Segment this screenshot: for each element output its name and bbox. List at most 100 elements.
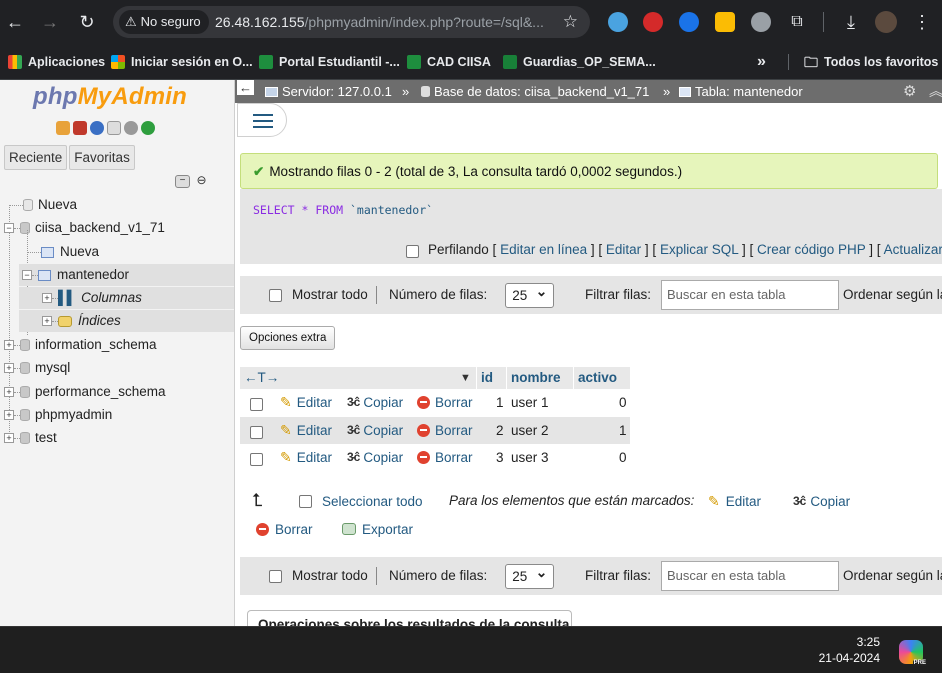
bulk-export-button[interactable]: Exportar — [342, 516, 413, 542]
rows-select[interactable]: 25 — [505, 280, 555, 308]
reload-icon[interactable]: ↻ — [75, 10, 99, 34]
breadcrumb-back[interactable]: ← — [237, 80, 254, 95]
profile-avatar[interactable] — [875, 11, 897, 33]
tree-item-new-table[interactable]: Nueva — [27, 241, 99, 263]
link-create-php[interactable]: Crear código PHP — [757, 242, 866, 257]
cell-nombre[interactable]: user 2 — [511, 417, 549, 444]
row-checkbox[interactable] — [250, 445, 263, 472]
tree-item-mantenedor[interactable]: − mantenedor — [19, 264, 234, 286]
all-bookmarks[interactable]: 🗀 Todos los favoritos — [804, 44, 938, 80]
cell-nombre[interactable]: user 3 — [511, 444, 549, 471]
url-text[interactable]: 26.48.162.155/phpmyadmin/index.php?route… — [215, 6, 544, 38]
breadcrumb-database[interactable]: Base de datos: ciisa_backend_v1_71 — [421, 80, 649, 103]
menu-kebab-icon[interactable]: ⋮ — [910, 10, 934, 34]
row-delete-link[interactable]: Borrar — [417, 389, 473, 416]
cell-id[interactable]: 3 — [496, 444, 504, 471]
cell-nombre[interactable]: user 1 — [511, 389, 549, 416]
row-edit-link[interactable]: ✎ Editar — [280, 417, 332, 444]
expand-icon[interactable]: + — [4, 387, 14, 397]
home-icon[interactable] — [56, 121, 70, 135]
breadcrumb-table[interactable]: Tabla: mantenedor — [679, 80, 803, 103]
column-header-activo[interactable]: activo — [578, 367, 617, 389]
menu-toggle-button[interactable] — [237, 103, 287, 137]
row-edit-link[interactable]: ✎ Editar — [280, 389, 332, 416]
back-icon[interactable]: ← — [3, 10, 27, 34]
tree-item-test[interactable]: + test — [4, 427, 57, 449]
bulk-delete-button[interactable]: Borrar — [256, 516, 313, 542]
link-inline-edit[interactable]: Editar en línea — [500, 242, 587, 257]
cell-activo[interactable]: 0 — [619, 389, 627, 416]
collapse-top-icon[interactable]: ︽ — [929, 80, 942, 103]
tab-recent[interactable]: Reciente — [4, 145, 68, 170]
show-all-checkbox[interactable] — [269, 569, 282, 583]
bookmark-portal[interactable]: Portal Estudiantil -... — [259, 44, 400, 80]
extra-options-button[interactable]: Opciones extra — [240, 326, 336, 350]
bookmark-guardias[interactable]: Guardias_OP_SEMA... — [503, 44, 656, 80]
tree-item-new-db[interactable]: Nueva — [9, 194, 77, 216]
expand-icon[interactable]: + — [4, 410, 14, 420]
security-chip[interactable]: ⚠ No seguro — [119, 10, 209, 34]
row-edit-link[interactable]: ✎ Editar — [280, 444, 332, 471]
show-all-toggle[interactable]: Mostrar todo — [269, 557, 368, 595]
rows-select[interactable]: 25 — [505, 561, 555, 589]
refresh-icon[interactable] — [141, 121, 155, 135]
collapse-icon[interactable]: − — [4, 223, 14, 233]
show-all-checkbox[interactable] — [269, 288, 282, 302]
expand-icon[interactable]: + — [42, 293, 52, 303]
link-edit[interactable]: Editar — [606, 242, 641, 257]
copilot-icon[interactable]: PRE — [899, 640, 927, 666]
row-copy-link[interactable]: 3-ĉ Copiar — [347, 389, 403, 416]
page-settings-icon[interactable]: ⚙ — [903, 80, 916, 103]
system-clock[interactable]: 3:25 21-04-2024 — [819, 634, 880, 666]
bookmark-apps[interactable]: Aplicaciones — [8, 44, 105, 80]
row-delete-link[interactable]: Borrar — [417, 417, 473, 444]
bookmark-star-icon[interactable]: ☆ — [563, 6, 578, 38]
bulk-edit-button[interactable]: ✎ Editar — [708, 488, 761, 514]
extensions-puzzle-icon[interactable]: ⧉ — [785, 10, 809, 34]
column-header-id[interactable]: id — [481, 367, 493, 389]
tab-favorites[interactable]: Favoritas — [69, 145, 135, 170]
row-checkbox[interactable] — [250, 418, 263, 445]
sort-options-icon[interactable]: ▼ — [460, 367, 471, 389]
tree-item-columns[interactable]: + ▌▌ Columnas — [19, 287, 234, 309]
help-icon[interactable] — [90, 121, 104, 135]
extension-icon-4[interactable] — [715, 12, 735, 32]
expand-icon[interactable]: + — [4, 433, 14, 443]
tree-item-phpmyadmin[interactable]: + phpmyadmin — [4, 404, 112, 426]
expand-icon[interactable]: + — [42, 316, 52, 326]
breadcrumb-server[interactable]: Servidor: 127.0.0.1 — [265, 80, 392, 103]
download-icon[interactable]: ⤓ — [839, 10, 863, 34]
column-header-nombre[interactable]: nombre — [511, 367, 561, 389]
forward-icon[interactable]: → — [38, 10, 62, 34]
select-all-checkbox[interactable] — [299, 494, 312, 508]
bookmark-office[interactable]: Iniciar sesión en O... — [111, 44, 253, 80]
extension-icon-2[interactable] — [643, 12, 663, 32]
column-resize-arrows-icon[interactable]: ←T→ — [244, 367, 279, 389]
row-delete-link[interactable]: Borrar — [417, 444, 473, 471]
expand-icon[interactable]: + — [4, 340, 14, 350]
filter-input[interactable]: Buscar en esta tabla — [661, 561, 840, 591]
expand-icon[interactable]: + — [4, 363, 14, 373]
filter-input[interactable]: Buscar en esta tabla — [661, 280, 840, 310]
collapse-icon[interactable]: − — [22, 270, 32, 280]
bookmark-cad[interactable]: CAD CIISA — [407, 44, 491, 80]
tree-item-information-schema[interactable]: + information_schema — [4, 334, 157, 356]
cell-id[interactable]: 1 — [496, 389, 504, 416]
row-copy-link[interactable]: 3-ĉ Copiar — [347, 417, 403, 444]
exit-icon[interactable] — [73, 121, 87, 135]
bulk-copy-button[interactable]: 3-ĉ Copiar — [793, 488, 850, 514]
select-all-toggle[interactable]: Seleccionar todo — [299, 488, 423, 514]
bookmarks-more[interactable]: » — [757, 44, 766, 80]
cell-activo[interactable]: 1 — [619, 417, 627, 444]
collapse-all-icon[interactable]: − — [175, 175, 190, 188]
link-explain-sql[interactable]: Explicar SQL — [660, 242, 738, 257]
address-bar[interactable]: ⚠ No seguro 26.48.162.155/phpmyadmin/ind… — [113, 6, 590, 38]
link-icon[interactable]: ⊖ — [194, 174, 209, 188]
row-copy-link[interactable]: 3-ĉ Copiar — [347, 444, 403, 471]
row-checkbox[interactable] — [250, 390, 263, 417]
cell-activo[interactable]: 0 — [619, 444, 627, 471]
show-all-toggle[interactable]: Mostrar todo — [269, 276, 368, 314]
phpmyadmin-logo[interactable]: phpMyAdmin — [33, 83, 187, 111]
tree-item-ciisa-db[interactable]: − ciisa_backend_v1_71 — [4, 217, 165, 239]
sql-query[interactable]: SELECT * FROM `mantenedor` — [253, 203, 433, 217]
